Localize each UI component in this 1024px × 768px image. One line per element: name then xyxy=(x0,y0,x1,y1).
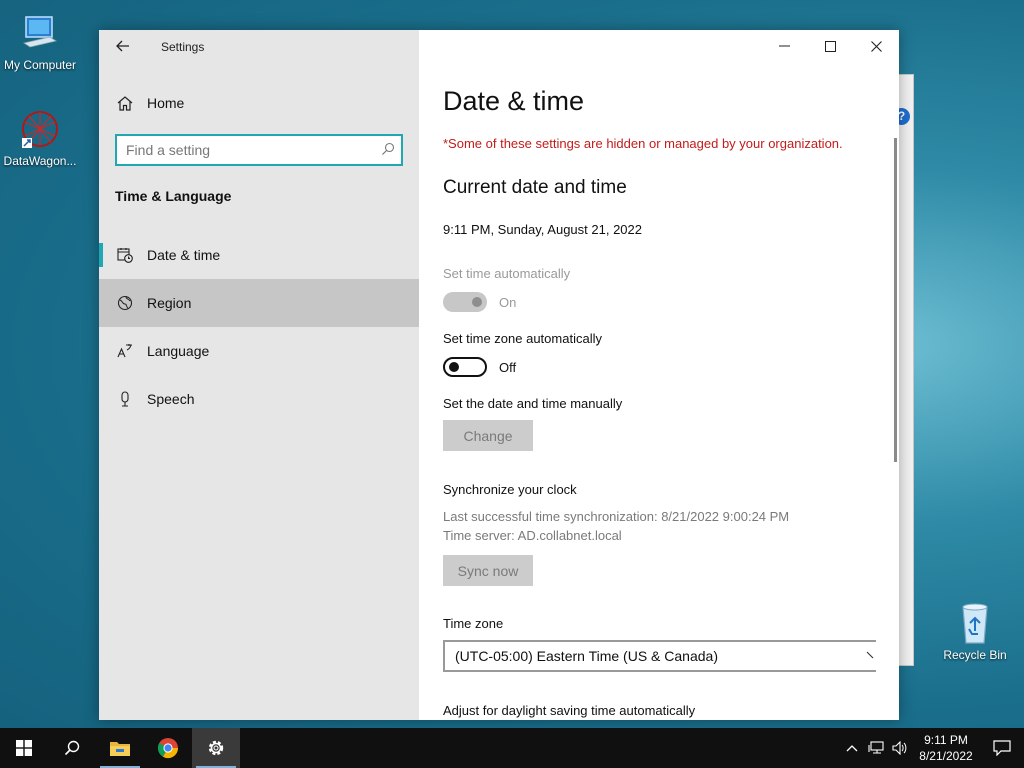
desktop-icon-datawagon[interactable]: DataWagon... xyxy=(0,108,80,168)
settings-gear-icon xyxy=(208,740,224,756)
desktop-icon-label: DataWagon... xyxy=(3,154,77,168)
section-heading-current: Current date and time xyxy=(443,177,627,198)
settings-content: Date & time *Some of these settings are … xyxy=(419,30,899,720)
window-title: Settings xyxy=(161,40,205,54)
chrome-button[interactable] xyxy=(144,728,192,768)
back-button[interactable] xyxy=(113,36,133,56)
toggle-knob xyxy=(472,297,482,307)
action-center-button[interactable] xyxy=(980,728,1024,768)
datawagon-icon xyxy=(19,108,61,150)
sidebar-item-label: Home xyxy=(147,95,185,111)
sync-now-button[interactable]: Sync now xyxy=(443,555,533,586)
volume-button[interactable] xyxy=(888,728,912,768)
search-input[interactable] xyxy=(117,136,367,164)
file-explorer-button[interactable] xyxy=(96,728,144,768)
set-timezone-auto-state: Off xyxy=(499,360,517,375)
notification-icon xyxy=(993,740,1011,756)
set-timezone-auto-label: Set time zone automatically xyxy=(443,331,602,346)
close-icon xyxy=(870,40,882,52)
close-button[interactable] xyxy=(853,30,899,62)
time-zone-label: Time zone xyxy=(443,616,504,631)
sidebar-item-region[interactable]: Region xyxy=(99,279,419,327)
microphone-icon xyxy=(115,391,135,407)
sidebar-item-label: Speech xyxy=(147,391,195,407)
sidebar-item-home[interactable]: Home xyxy=(99,87,419,119)
set-time-auto-state: On xyxy=(499,295,517,310)
windows-start-icon xyxy=(16,740,32,756)
desktop-icon-recycle-bin[interactable]: Recycle Bin xyxy=(935,602,1015,662)
taskbar-clock[interactable]: 9:11 PM 8/21/2022 xyxy=(912,732,980,764)
start-button[interactable] xyxy=(0,728,48,768)
settings-taskbar-button[interactable] xyxy=(192,728,240,768)
clock-date: 8/21/2022 xyxy=(919,749,973,763)
minimize-button[interactable] xyxy=(761,30,807,62)
recycle-bin-icon xyxy=(954,602,996,644)
maximize-button[interactable] xyxy=(807,30,853,62)
sidebar-item-label: Region xyxy=(147,295,192,311)
sidebar-item-date-time[interactable]: Date & time xyxy=(99,231,419,279)
search-box xyxy=(115,134,403,166)
sidebar-section-title: Time & Language xyxy=(115,188,232,204)
set-timezone-auto-toggle[interactable] xyxy=(443,357,487,377)
chrome-icon xyxy=(157,738,179,759)
window-controls xyxy=(761,30,899,62)
clock-time: 9:11 PM xyxy=(924,733,968,747)
time-server-text: Time server: AD.collabnet.local xyxy=(443,528,622,543)
desktop-icon-label: My Computer xyxy=(3,58,77,72)
sidebar-item-language[interactable]: Language xyxy=(99,327,419,375)
content-scrollbar[interactable] xyxy=(894,138,897,462)
settings-sidebar: Settings Home Time & Language Date & tim… xyxy=(99,30,419,720)
taskbar: 9:11 PM 8/21/2022 xyxy=(0,728,1024,768)
chevron-down-icon xyxy=(864,648,876,667)
set-time-auto-label: Set time automatically xyxy=(443,266,571,281)
toggle-knob xyxy=(449,362,459,372)
org-managed-notice: *Some of these settings are hidden or ma… xyxy=(443,136,843,151)
calendar-clock-icon xyxy=(115,247,135,263)
search-icon[interactable] xyxy=(381,142,395,161)
time-zone-value: (UTC-05:00) Eastern Time (US & Canada) xyxy=(455,648,718,664)
home-icon xyxy=(115,95,135,111)
settings-window: Settings Home Time & Language Date & tim… xyxy=(99,30,899,720)
daylight-saving-label: Adjust for daylight saving time automati… xyxy=(443,703,696,718)
chevron-up-icon xyxy=(846,745,858,752)
title-bar: Settings xyxy=(99,30,419,62)
taskbar-search-button[interactable] xyxy=(48,728,96,768)
globe-icon xyxy=(115,295,135,311)
volume-icon xyxy=(892,741,907,755)
sidebar-item-label: Date & time xyxy=(147,247,221,263)
change-button[interactable]: Change xyxy=(443,420,533,451)
sync-clock-heading: Synchronize your clock xyxy=(443,482,577,497)
system-tray: 9:11 PM 8/21/2022 xyxy=(840,728,1024,768)
set-time-auto-toggle xyxy=(443,292,487,312)
maximize-icon xyxy=(824,40,836,52)
sidebar-item-label: Language xyxy=(147,343,210,359)
current-datetime: 9:11 PM, Sunday, August 21, 2022 xyxy=(443,222,642,237)
back-arrow-icon xyxy=(116,40,129,52)
minimize-icon xyxy=(778,45,790,47)
time-zone-dropdown[interactable]: (UTC-05:00) Eastern Time (US & Canada) xyxy=(443,640,876,672)
network-icon xyxy=(868,741,884,754)
manual-datetime-label: Set the date and time manually xyxy=(443,396,623,411)
file-explorer-icon xyxy=(110,742,130,756)
tray-overflow-button[interactable] xyxy=(840,728,864,768)
page-title: Date & time xyxy=(443,86,585,116)
desktop-icon-label: Recycle Bin xyxy=(943,648,1007,662)
search-icon xyxy=(64,740,80,756)
computer-icon xyxy=(19,12,61,54)
desktop-icon-my-computer[interactable]: My Computer xyxy=(0,12,80,72)
language-icon xyxy=(115,343,135,359)
sidebar-item-speech[interactable]: Speech xyxy=(99,375,419,423)
network-button[interactable] xyxy=(864,728,888,768)
last-sync-text: Last successful time synchronization: 8/… xyxy=(443,509,790,524)
